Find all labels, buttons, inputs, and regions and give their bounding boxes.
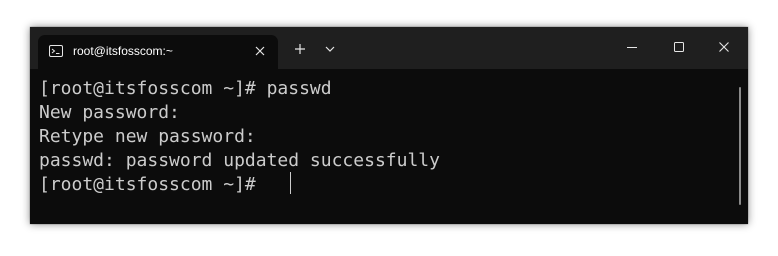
maximize-icon[interactable] xyxy=(671,39,687,55)
terminal-icon xyxy=(49,45,63,57)
new-tab-plus-icon[interactable] xyxy=(292,41,308,57)
tab-close-icon[interactable] xyxy=(252,43,268,59)
terminal-line: Retype new password: xyxy=(39,126,256,147)
terminal-line: passwd: password updated successfully xyxy=(39,150,440,171)
terminal-prompt: [root@itsfosscom ~]# xyxy=(39,174,256,195)
terminal-line: New password: xyxy=(39,102,180,123)
tab-title: root@itsfosscom:~ xyxy=(73,44,173,58)
tab-terminal[interactable]: root@itsfosscom:~ xyxy=(38,35,278,69)
text-cursor xyxy=(290,172,291,194)
terminal-output[interactable]: [root@itsfosscom ~]# passwd New password… xyxy=(30,69,748,224)
chevron-down-icon[interactable] xyxy=(323,41,337,57)
terminal-window: root@itsfosscom:~ [root@itsfosscom ~]# p… xyxy=(30,27,748,224)
title-bar[interactable]: root@itsfosscom:~ xyxy=(30,27,748,69)
terminal-line: [root@itsfosscom ~]# passwd xyxy=(39,78,332,99)
close-icon[interactable] xyxy=(716,39,732,55)
minimize-icon[interactable] xyxy=(624,39,640,55)
scrollbar[interactable] xyxy=(739,87,741,205)
